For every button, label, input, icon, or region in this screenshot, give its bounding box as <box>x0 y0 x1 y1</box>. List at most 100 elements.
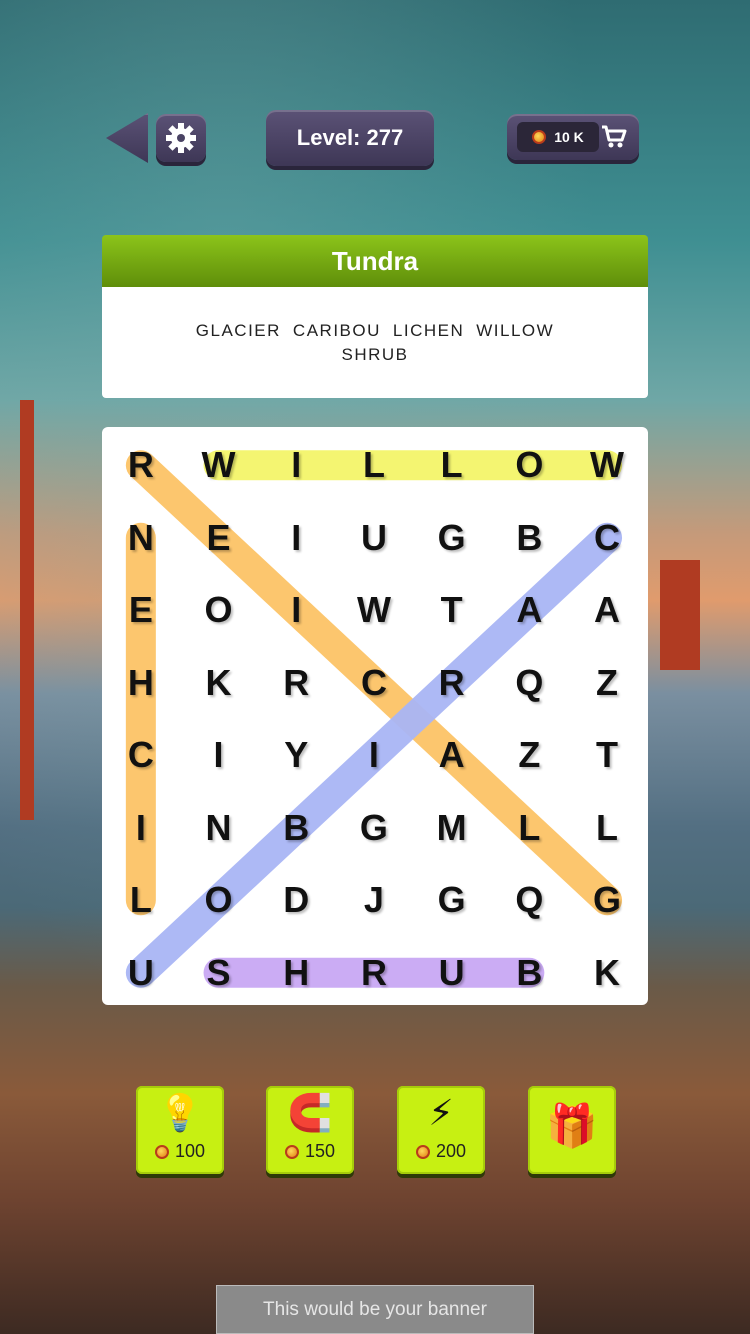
grid-letter-cell[interactable]: Q <box>493 648 565 718</box>
grid-letter-cell[interactable]: R <box>416 648 488 718</box>
grid-letter-cell[interactable]: D <box>260 865 332 935</box>
grid-letter-cell[interactable]: H <box>105 648 177 718</box>
grid-letter-cell[interactable]: L <box>416 430 488 500</box>
grid-letter-cell[interactable]: U <box>105 938 177 1008</box>
grid-letter-cell[interactable]: U <box>338 503 410 573</box>
banner-text: This would be your banner <box>263 1298 487 1320</box>
grid-letter-cell[interactable]: H <box>260 938 332 1008</box>
grid-letter-cell[interactable]: Q <box>493 865 565 935</box>
grid-letter-cell[interactable]: I <box>260 430 332 500</box>
grid-letter-cell[interactable]: K <box>571 938 643 1008</box>
hint-powerup-button[interactable]: 💡 100 <box>136 1086 224 1174</box>
word-list-card: GLACIER CARIBOU LICHEN WILLOW SHRUB <box>102 287 648 398</box>
ad-banner[interactable]: This would be your banner <box>216 1285 534 1334</box>
target-word: WILLOW <box>476 320 555 340</box>
grid-letter-cell[interactable]: R <box>338 938 410 1008</box>
grid-letter-cell[interactable]: W <box>571 430 643 500</box>
grid-letter-cell[interactable]: O <box>183 865 255 935</box>
grid-letter-cell[interactable]: B <box>493 938 565 1008</box>
grid-letter-cell[interactable]: W <box>338 575 410 645</box>
grid-letter-cell[interactable]: G <box>416 865 488 935</box>
grid-letter-cell[interactable]: I <box>260 503 332 573</box>
coin-icon <box>154 1144 169 1159</box>
grid-letter-cell[interactable]: I <box>105 793 177 863</box>
top-bar: Level: 277 10 K <box>0 0 750 200</box>
video-gift-icon: 🎁 <box>545 1102 599 1149</box>
coin-icon <box>532 130 547 144</box>
grid-letter-cell[interactable]: Z <box>571 648 643 718</box>
back-button[interactable] <box>106 113 148 163</box>
magnet-icon: 🧲 <box>287 1092 333 1133</box>
grid-letter-cell[interactable]: W <box>183 430 255 500</box>
grid-letter-cell[interactable]: R <box>105 430 177 500</box>
powerup-cost-value: 200 <box>435 1141 467 1161</box>
grid-letter-cell[interactable]: C <box>105 720 177 790</box>
powerup-cost: 150 <box>266 1141 354 1162</box>
level-indicator: Level: 277 <box>266 110 434 166</box>
grid-letter-cell[interactable]: L <box>571 793 643 863</box>
grid-letter-cell[interactable]: S <box>183 938 255 1008</box>
coins-display[interactable]: 10 K <box>507 114 639 160</box>
grid-letter-cell[interactable]: I <box>260 575 332 645</box>
grid-letter-cell[interactable]: Y <box>260 720 332 790</box>
grid-letter-cell[interactable]: L <box>105 865 177 935</box>
grid-letter-cell[interactable]: J <box>338 865 410 935</box>
bridge-tower-right <box>660 560 700 670</box>
powerup-cost-value: 100 <box>174 1141 206 1161</box>
grid-letter-cell[interactable]: A <box>416 720 488 790</box>
hint-icon: 💡 <box>157 1092 203 1133</box>
grid-letter-cell[interactable]: G <box>338 793 410 863</box>
lightning-icon: ⚡ <box>428 1092 454 1133</box>
magnet-powerup-button[interactable]: 🧲 150 <box>266 1086 354 1174</box>
gear-icon <box>166 123 196 153</box>
powerup-cost-value: 150 <box>304 1141 336 1161</box>
grid-letter-cell[interactable]: A <box>571 575 643 645</box>
category-header: Tundra <box>102 235 648 287</box>
bridge-tower-left <box>20 400 34 820</box>
grid-letter-cell[interactable]: N <box>183 793 255 863</box>
video-gift-button[interactable]: 🎁 <box>528 1086 616 1174</box>
coin-icon <box>284 1144 299 1159</box>
level-label: Level: 277 <box>296 125 404 150</box>
grid-letter-cell[interactable]: I <box>183 720 255 790</box>
target-word: CARIBOU <box>292 320 381 340</box>
powerup-cost: 200 <box>397 1141 485 1162</box>
word-list-line-2: SHRUB <box>335 343 414 367</box>
cart-icon <box>602 125 627 148</box>
grid-letter-cell[interactable]: O <box>493 430 565 500</box>
grid-letter-cell[interactable]: M <box>416 793 488 863</box>
target-word: GLACIER <box>195 320 281 340</box>
target-word: LICHEN <box>392 320 465 340</box>
lightning-powerup-button[interactable]: ⚡ 200 <box>397 1086 485 1174</box>
category-title: Tundra <box>331 245 419 276</box>
grid-letter-cell[interactable]: N <box>105 503 177 573</box>
target-word: SHRUB <box>341 344 409 364</box>
powerup-cost: 100 <box>136 1141 224 1162</box>
grid-letter-cell[interactable]: T <box>571 720 643 790</box>
grid-letter-cell[interactable]: O <box>183 575 255 645</box>
grid-letter-cell[interactable]: K <box>183 648 255 718</box>
grid-letter-cell[interactable]: A <box>493 575 565 645</box>
grid-letter-cell[interactable]: G <box>571 865 643 935</box>
settings-button[interactable] <box>156 114 206 162</box>
grid-letter-cell[interactable]: Z <box>493 720 565 790</box>
grid-letter-cell[interactable]: C <box>571 503 643 573</box>
grid-letter-cell[interactable]: I <box>338 720 410 790</box>
grid-letter-cell[interactable]: B <box>260 793 332 863</box>
grid-letter-cell[interactable]: G <box>416 503 488 573</box>
grid-letter-cell[interactable]: E <box>105 575 177 645</box>
grid-letter-cell[interactable]: R <box>260 648 332 718</box>
coin-icon <box>415 1144 430 1159</box>
letter-grid[interactable]: RWILLOWNEIUGBCEOIWTAAHKRCRQZCIYIAZTINBGM… <box>102 427 648 1005</box>
grid-letter-cell[interactable]: B <box>493 503 565 573</box>
grid-letter-cell[interactable]: C <box>338 648 410 718</box>
grid-letter-cell[interactable]: E <box>183 503 255 573</box>
shopping-cart-icon[interactable] <box>599 122 629 152</box>
grid-letter-cell[interactable]: T <box>416 575 488 645</box>
coin-count: 10 K <box>554 129 584 145</box>
coin-balance: 10 K <box>517 122 599 152</box>
grid-letter-cell[interactable]: L <box>338 430 410 500</box>
word-list-line-1: GLACIER CARIBOU LICHEN WILLOW <box>190 319 560 343</box>
grid-letter-cell[interactable]: U <box>416 938 488 1008</box>
grid-letter-cell[interactable]: L <box>493 793 565 863</box>
